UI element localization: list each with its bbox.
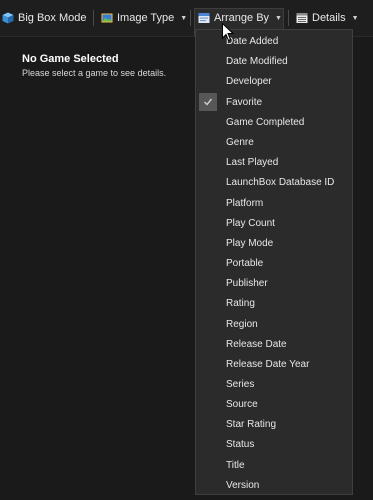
arrange-by-caret-icon: ▼ bbox=[275, 15, 282, 22]
menu-item-favorite[interactable]: Favorite bbox=[196, 92, 352, 112]
menu-item-label: Date Modified bbox=[226, 55, 288, 67]
image-type-label: Image Type bbox=[117, 12, 175, 24]
big-box-mode-button[interactable]: Big Box Mode bbox=[2, 8, 86, 28]
menu-item-status[interactable]: Status bbox=[196, 434, 352, 454]
menu-item-label: Release Date bbox=[226, 338, 287, 350]
menu-item-label: Status bbox=[226, 438, 255, 450]
details-list-icon bbox=[296, 12, 308, 24]
big-box-cube-icon bbox=[2, 12, 14, 24]
menu-item-release-date-year[interactable]: Release Date Year bbox=[196, 354, 352, 374]
menu-item-label: Source bbox=[226, 398, 258, 410]
menu-item-rating[interactable]: Rating bbox=[196, 293, 352, 313]
menu-item-series[interactable]: Series bbox=[196, 374, 352, 394]
no-game-subtitle: Please select a game to see details. bbox=[22, 68, 167, 78]
menu-item-developer[interactable]: Developer bbox=[196, 71, 352, 91]
menu-item-label: Play Mode bbox=[226, 237, 274, 249]
menu-item-label: Developer bbox=[226, 75, 272, 87]
details-caret-icon: ▼ bbox=[351, 14, 359, 22]
menu-item-game-completed[interactable]: Game Completed bbox=[196, 112, 352, 132]
toolbar-divider bbox=[288, 10, 289, 26]
image-type-caret-icon: ▼ bbox=[180, 14, 188, 22]
menu-item-launchbox-database-id[interactable]: LaunchBox Database ID bbox=[196, 172, 352, 192]
big-box-mode-label: Big Box Mode bbox=[18, 12, 87, 24]
details-label: Details bbox=[312, 12, 346, 24]
menu-item-date-modified[interactable]: Date Modified bbox=[196, 51, 352, 71]
menu-item-source[interactable]: Source bbox=[196, 394, 352, 414]
menu-item-label: Portable bbox=[226, 257, 264, 269]
arrange-by-menu: Date Added Date Modified Developer Favor… bbox=[195, 29, 353, 495]
menu-item-play-mode[interactable]: Play Mode bbox=[196, 233, 352, 253]
menu-item-platform[interactable]: Platform bbox=[196, 193, 352, 213]
menu-item-version[interactable]: Version bbox=[196, 475, 352, 495]
toolbar-divider bbox=[190, 10, 191, 26]
mouse-pointer-icon bbox=[222, 22, 235, 42]
no-game-title: No Game Selected bbox=[22, 53, 119, 65]
menu-item-label: Version bbox=[226, 479, 260, 491]
menu-item-label: Release Date Year bbox=[226, 358, 310, 370]
checkmark-icon bbox=[199, 93, 217, 111]
menu-item-star-rating[interactable]: Star Rating bbox=[196, 414, 352, 434]
menu-item-label: Play Count bbox=[226, 217, 275, 229]
menu-item-release-date[interactable]: Release Date bbox=[196, 334, 352, 354]
menu-item-title[interactable]: Title bbox=[196, 455, 352, 475]
menu-item-label: Rating bbox=[226, 297, 255, 309]
image-icon bbox=[101, 12, 113, 24]
arrange-icon bbox=[198, 12, 210, 24]
menu-item-date-added[interactable]: Date Added bbox=[196, 31, 352, 51]
menu-item-last-played[interactable]: Last Played bbox=[196, 152, 352, 172]
menu-item-play-count[interactable]: Play Count bbox=[196, 213, 352, 233]
menu-item-label: Publisher bbox=[226, 277, 268, 289]
menu-item-genre[interactable]: Genre bbox=[196, 132, 352, 152]
menu-item-label: Series bbox=[226, 378, 255, 390]
menu-item-label: Platform bbox=[226, 197, 264, 209]
menu-item-label: LaunchBox Database ID bbox=[226, 176, 335, 188]
menu-item-label: Last Played bbox=[226, 156, 279, 168]
toolbar-divider bbox=[93, 10, 94, 26]
menu-item-label: Favorite bbox=[226, 96, 263, 108]
menu-item-label: Star Rating bbox=[226, 418, 277, 430]
image-type-button[interactable]: Image Type ▼ bbox=[101, 8, 187, 28]
menu-item-label: Genre bbox=[226, 136, 254, 148]
menu-item-portable[interactable]: Portable bbox=[196, 253, 352, 273]
menu-item-label: Region bbox=[226, 318, 258, 330]
menu-item-publisher[interactable]: Publisher bbox=[196, 273, 352, 293]
details-button[interactable]: Details ▼ bbox=[296, 8, 359, 28]
menu-item-label: Title bbox=[226, 459, 245, 471]
menu-item-label: Game Completed bbox=[226, 116, 305, 128]
menu-item-region[interactable]: Region bbox=[196, 314, 352, 334]
